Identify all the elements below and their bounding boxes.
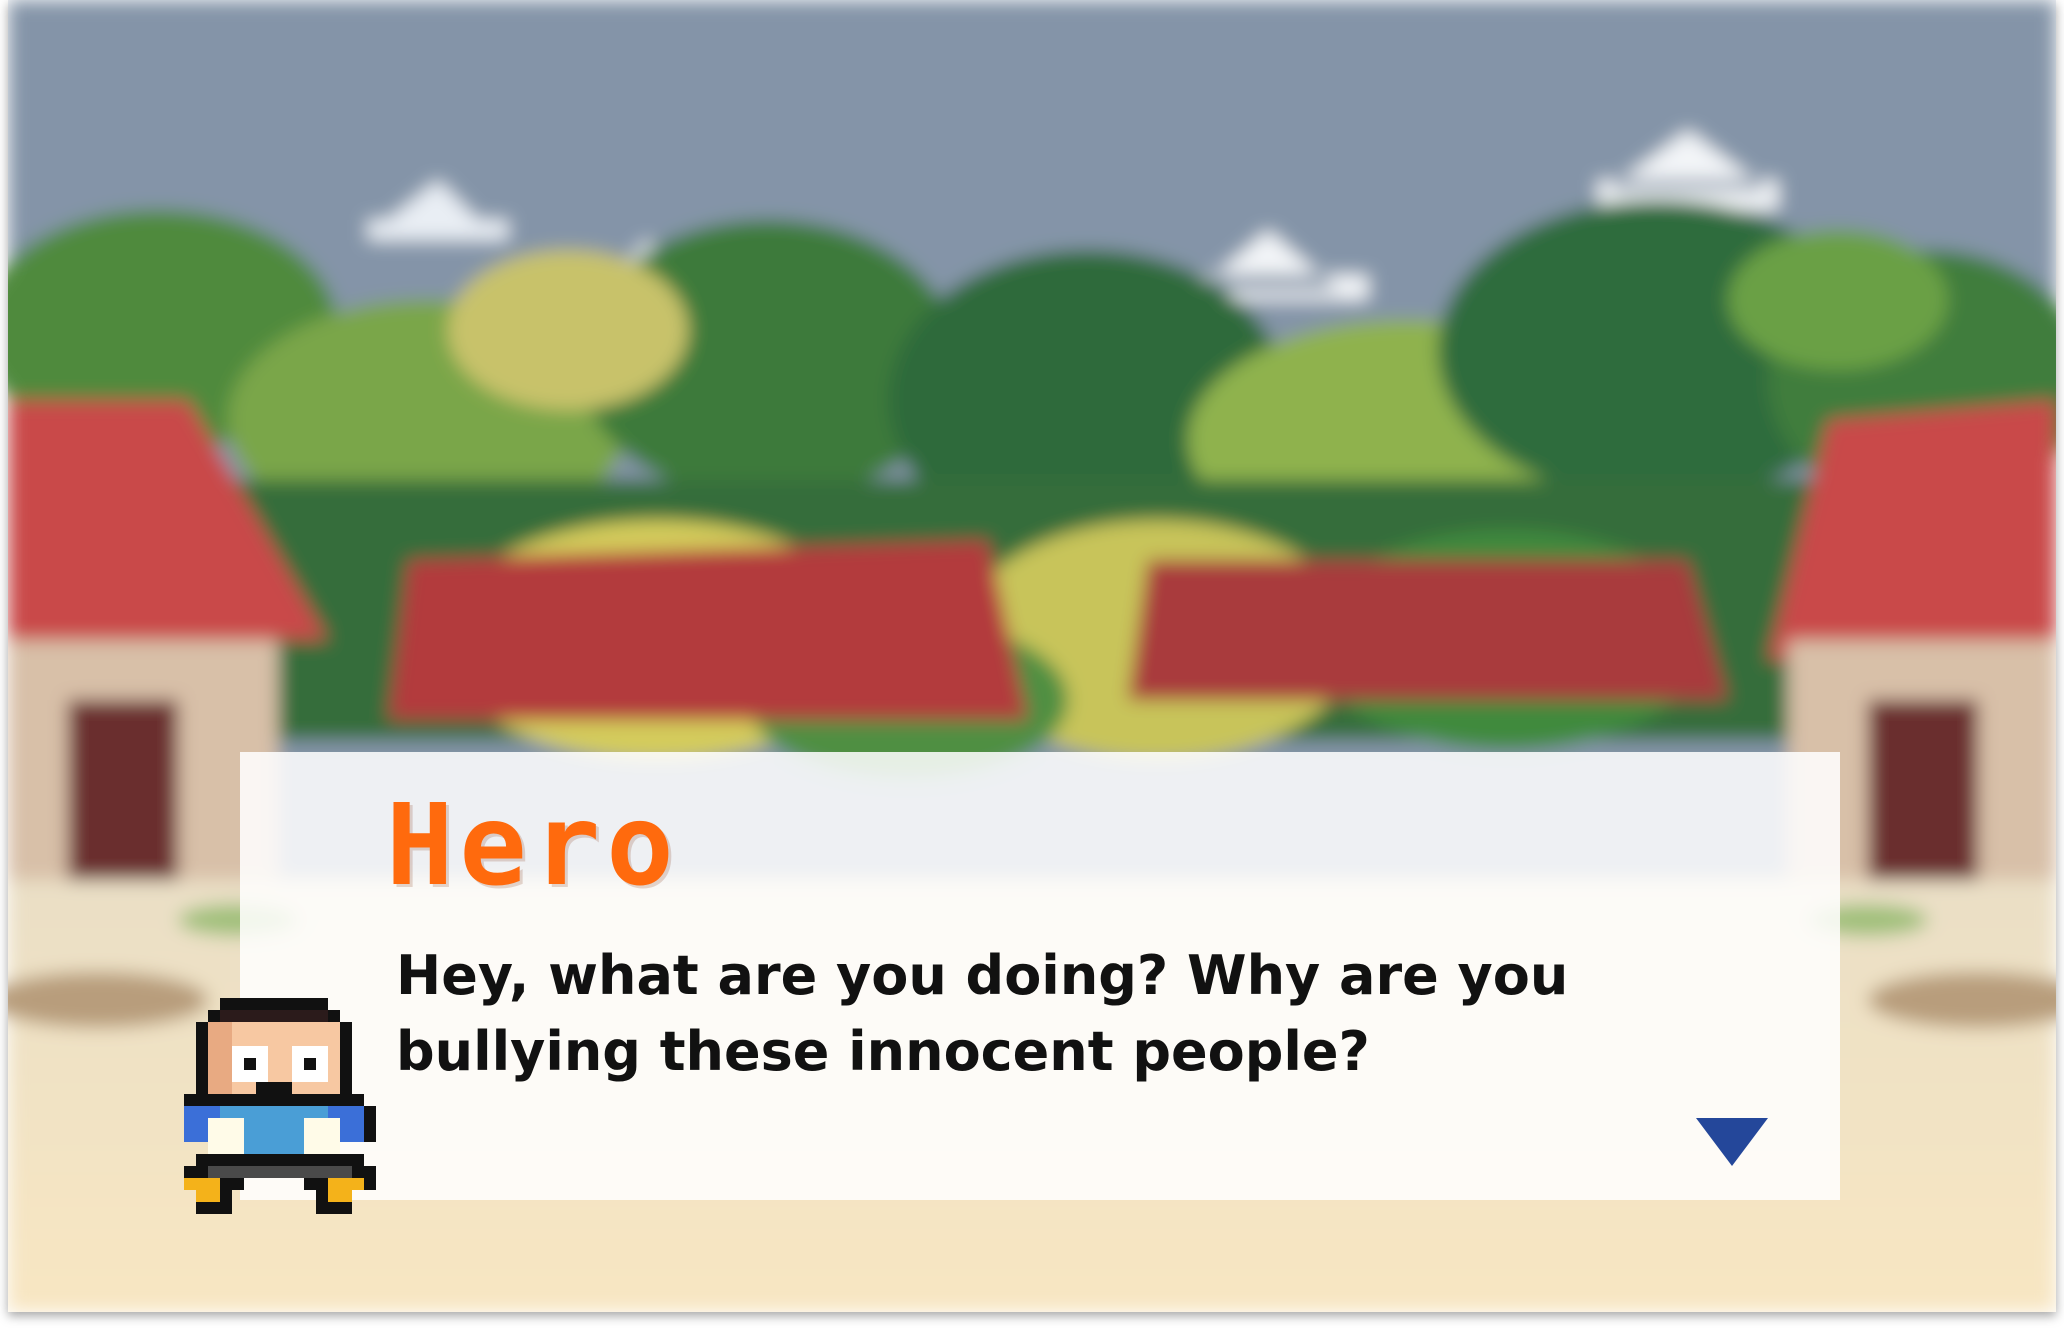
triangle-down-icon[interactable] — [1696, 1118, 1768, 1166]
dialog-text: Hey, what are you doing? Why are you bul… — [396, 944, 1569, 1083]
speaker-name: Hero — [386, 781, 680, 911]
game-viewport: Hero Hey, what are you doing? Why are yo… — [8, 0, 2056, 1312]
dialog-box[interactable]: Hero Hey, what are you doing? Why are yo… — [240, 752, 1840, 1200]
hero-pixel-portrait-icon — [184, 998, 376, 1214]
